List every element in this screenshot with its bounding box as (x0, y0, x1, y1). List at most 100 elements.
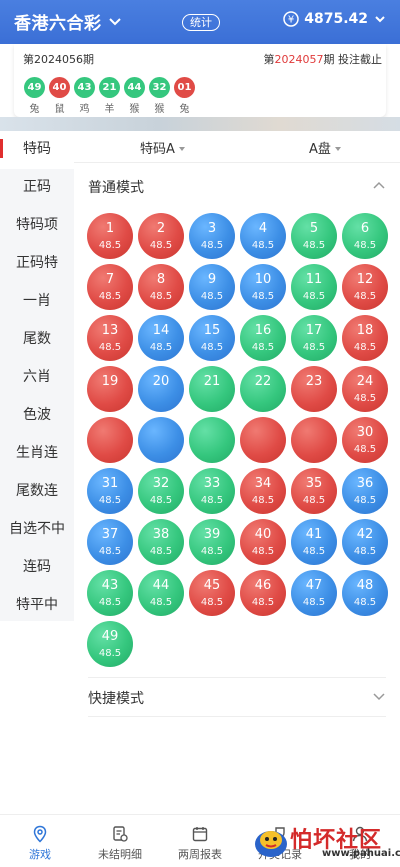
number-ball[interactable] (138, 417, 184, 463)
sidebar-item[interactable]: 正码 (0, 169, 74, 207)
ball-odds: 48.5 (353, 597, 377, 608)
nav-item[interactable]: 游戏 (0, 815, 80, 867)
number-ball[interactable]: 31 48.5 (87, 468, 133, 514)
ball-number: 10 (254, 272, 272, 287)
number-ball[interactable]: 5 48.5 (291, 213, 337, 259)
number-ball[interactable]: 6 48.5 (342, 213, 388, 259)
number-ball[interactable]: 11 48.5 (291, 264, 337, 310)
number-ball[interactable]: 15 48.5 (189, 315, 235, 361)
nav-item[interactable]: 未结明细 (80, 815, 160, 867)
sidebar-item[interactable]: 尾数连 (0, 473, 74, 511)
sidebar-item[interactable]: 尾数 (0, 321, 74, 359)
number-ball[interactable]: 17 48.5 (291, 315, 337, 361)
ball-number: 14 (152, 323, 170, 338)
number-ball[interactable]: 37 48.5 (87, 519, 133, 565)
number-ball[interactable] (189, 417, 235, 463)
sidebar-item[interactable]: 正码特 (0, 245, 74, 283)
number-ball[interactable]: 47 48.5 (291, 570, 337, 616)
number-ball[interactable]: 24 48.5 (342, 366, 388, 412)
number-ball[interactable]: 45 48.5 (189, 570, 235, 616)
ball-number: 3 (207, 221, 217, 236)
previous-period: 第2024056期 (23, 53, 94, 66)
statistics-button[interactable]: 统计 (182, 14, 220, 31)
number-ball[interactable]: 8 48.5 (138, 264, 184, 310)
number-ball[interactable]: 30 48.5 (342, 417, 388, 463)
number-ball[interactable]: 42 48.5 (342, 519, 388, 565)
ball-number: 32 (152, 476, 170, 491)
ball-number: 12 (356, 272, 374, 287)
quick-mode-header[interactable]: 快捷模式 (88, 682, 390, 712)
sidebar-item[interactable]: 色波 (0, 397, 74, 435)
draw-ball: 32 猴 (149, 77, 170, 115)
ball-odds: 48.5 (98, 495, 122, 506)
sidebar-item[interactable]: 六肖 (0, 359, 74, 397)
number-ball[interactable]: 34 48.5 (240, 468, 286, 514)
draw-ball-number: 49 (24, 77, 45, 98)
number-ball[interactable]: 7 48.5 (87, 264, 133, 310)
sidebar-item[interactable]: 连码 (0, 549, 74, 587)
ball-number: 35 (305, 476, 323, 491)
number-ball[interactable]: 40 48.5 (240, 519, 286, 565)
number-ball[interactable] (87, 417, 133, 463)
number-ball[interactable]: 14 48.5 (138, 315, 184, 361)
number-ball[interactable]: 49 48.5 (87, 621, 133, 667)
number-ball[interactable]: 12 48.5 (342, 264, 388, 310)
number-ball[interactable]: 33 48.5 (189, 468, 235, 514)
number-ball[interactable]: 32 48.5 (138, 468, 184, 514)
play-selector[interactable]: 特码A (140, 138, 185, 157)
ball-number: 5 (309, 221, 319, 236)
number-ball[interactable]: 13 48.5 (87, 315, 133, 361)
number-ball[interactable]: 36 48.5 (342, 468, 388, 514)
number-ball[interactable] (240, 417, 286, 463)
number-ball[interactable]: 16 48.5 (240, 315, 286, 361)
number-ball[interactable]: 9 48.5 (189, 264, 235, 310)
number-ball[interactable]: 46 48.5 (240, 570, 286, 616)
draw-ball-number: 32 (149, 77, 170, 98)
ball-odds: 48.5 (353, 342, 377, 353)
chevron-down-icon (375, 16, 385, 23)
number-ball[interactable]: 41 48.5 (291, 519, 337, 565)
sidebar-item[interactable]: 特码 (0, 131, 74, 169)
sidebar-item[interactable]: 生肖连 (0, 435, 74, 473)
lottery-selector[interactable]: 香港六合彩 (14, 9, 122, 34)
ball-number: 4 (258, 221, 268, 236)
normal-mode-header[interactable]: 普通模式 (88, 171, 390, 201)
sidebar-item[interactable]: 自选不中 (0, 511, 74, 549)
number-ball[interactable]: 22 (240, 366, 286, 412)
ball-odds: 48.5 (353, 546, 377, 557)
ball-odds: 48.5 (98, 291, 122, 302)
number-ball[interactable]: 21 (189, 366, 235, 412)
number-ball[interactable]: 48 48.5 (342, 570, 388, 616)
ball-odds: 48.5 (251, 546, 275, 557)
number-ball[interactable]: 23 (291, 366, 337, 412)
ball-odds: 48.5 (302, 291, 326, 302)
ball-odds: 48.5 (149, 291, 173, 302)
number-ball[interactable]: 1 48.5 (87, 213, 133, 259)
number-ball[interactable]: 19 (87, 366, 133, 412)
number-ball[interactable] (291, 417, 337, 463)
number-ball[interactable]: 10 48.5 (240, 264, 286, 310)
nav-item[interactable]: 两周报表 (160, 815, 240, 867)
top-header: 香港六合彩 统计 ¥ 4875.42 (0, 0, 400, 44)
sidebar-item[interactable]: 特码项 (0, 207, 74, 245)
balance-display[interactable]: ¥ 4875.42 (283, 11, 386, 27)
sidebar-item[interactable]: 特平中 (0, 587, 74, 625)
balance-amount: 4875.42 (304, 11, 368, 27)
draw-ball-zodiac: 鸡 (79, 104, 90, 115)
ball-odds: 48.5 (302, 342, 326, 353)
number-ball[interactable]: 18 48.5 (342, 315, 388, 361)
number-ball[interactable]: 3 48.5 (189, 213, 235, 259)
number-ball[interactable]: 4 48.5 (240, 213, 286, 259)
number-ball[interactable]: 39 48.5 (189, 519, 235, 565)
number-ball[interactable]: 44 48.5 (138, 570, 184, 616)
plate-selector[interactable]: A盘 (309, 138, 341, 157)
divider (88, 716, 386, 717)
ball-odds: 48.5 (251, 240, 275, 251)
number-ball[interactable]: 43 48.5 (87, 570, 133, 616)
sidebar-item[interactable]: 一肖 (0, 283, 74, 321)
number-ball[interactable]: 2 48.5 (138, 213, 184, 259)
number-ball[interactable]: 35 48.5 (291, 468, 337, 514)
number-ball[interactable]: 20 (138, 366, 184, 412)
number-ball[interactable]: 38 48.5 (138, 519, 184, 565)
draw-ball-number: 43 (74, 77, 95, 98)
